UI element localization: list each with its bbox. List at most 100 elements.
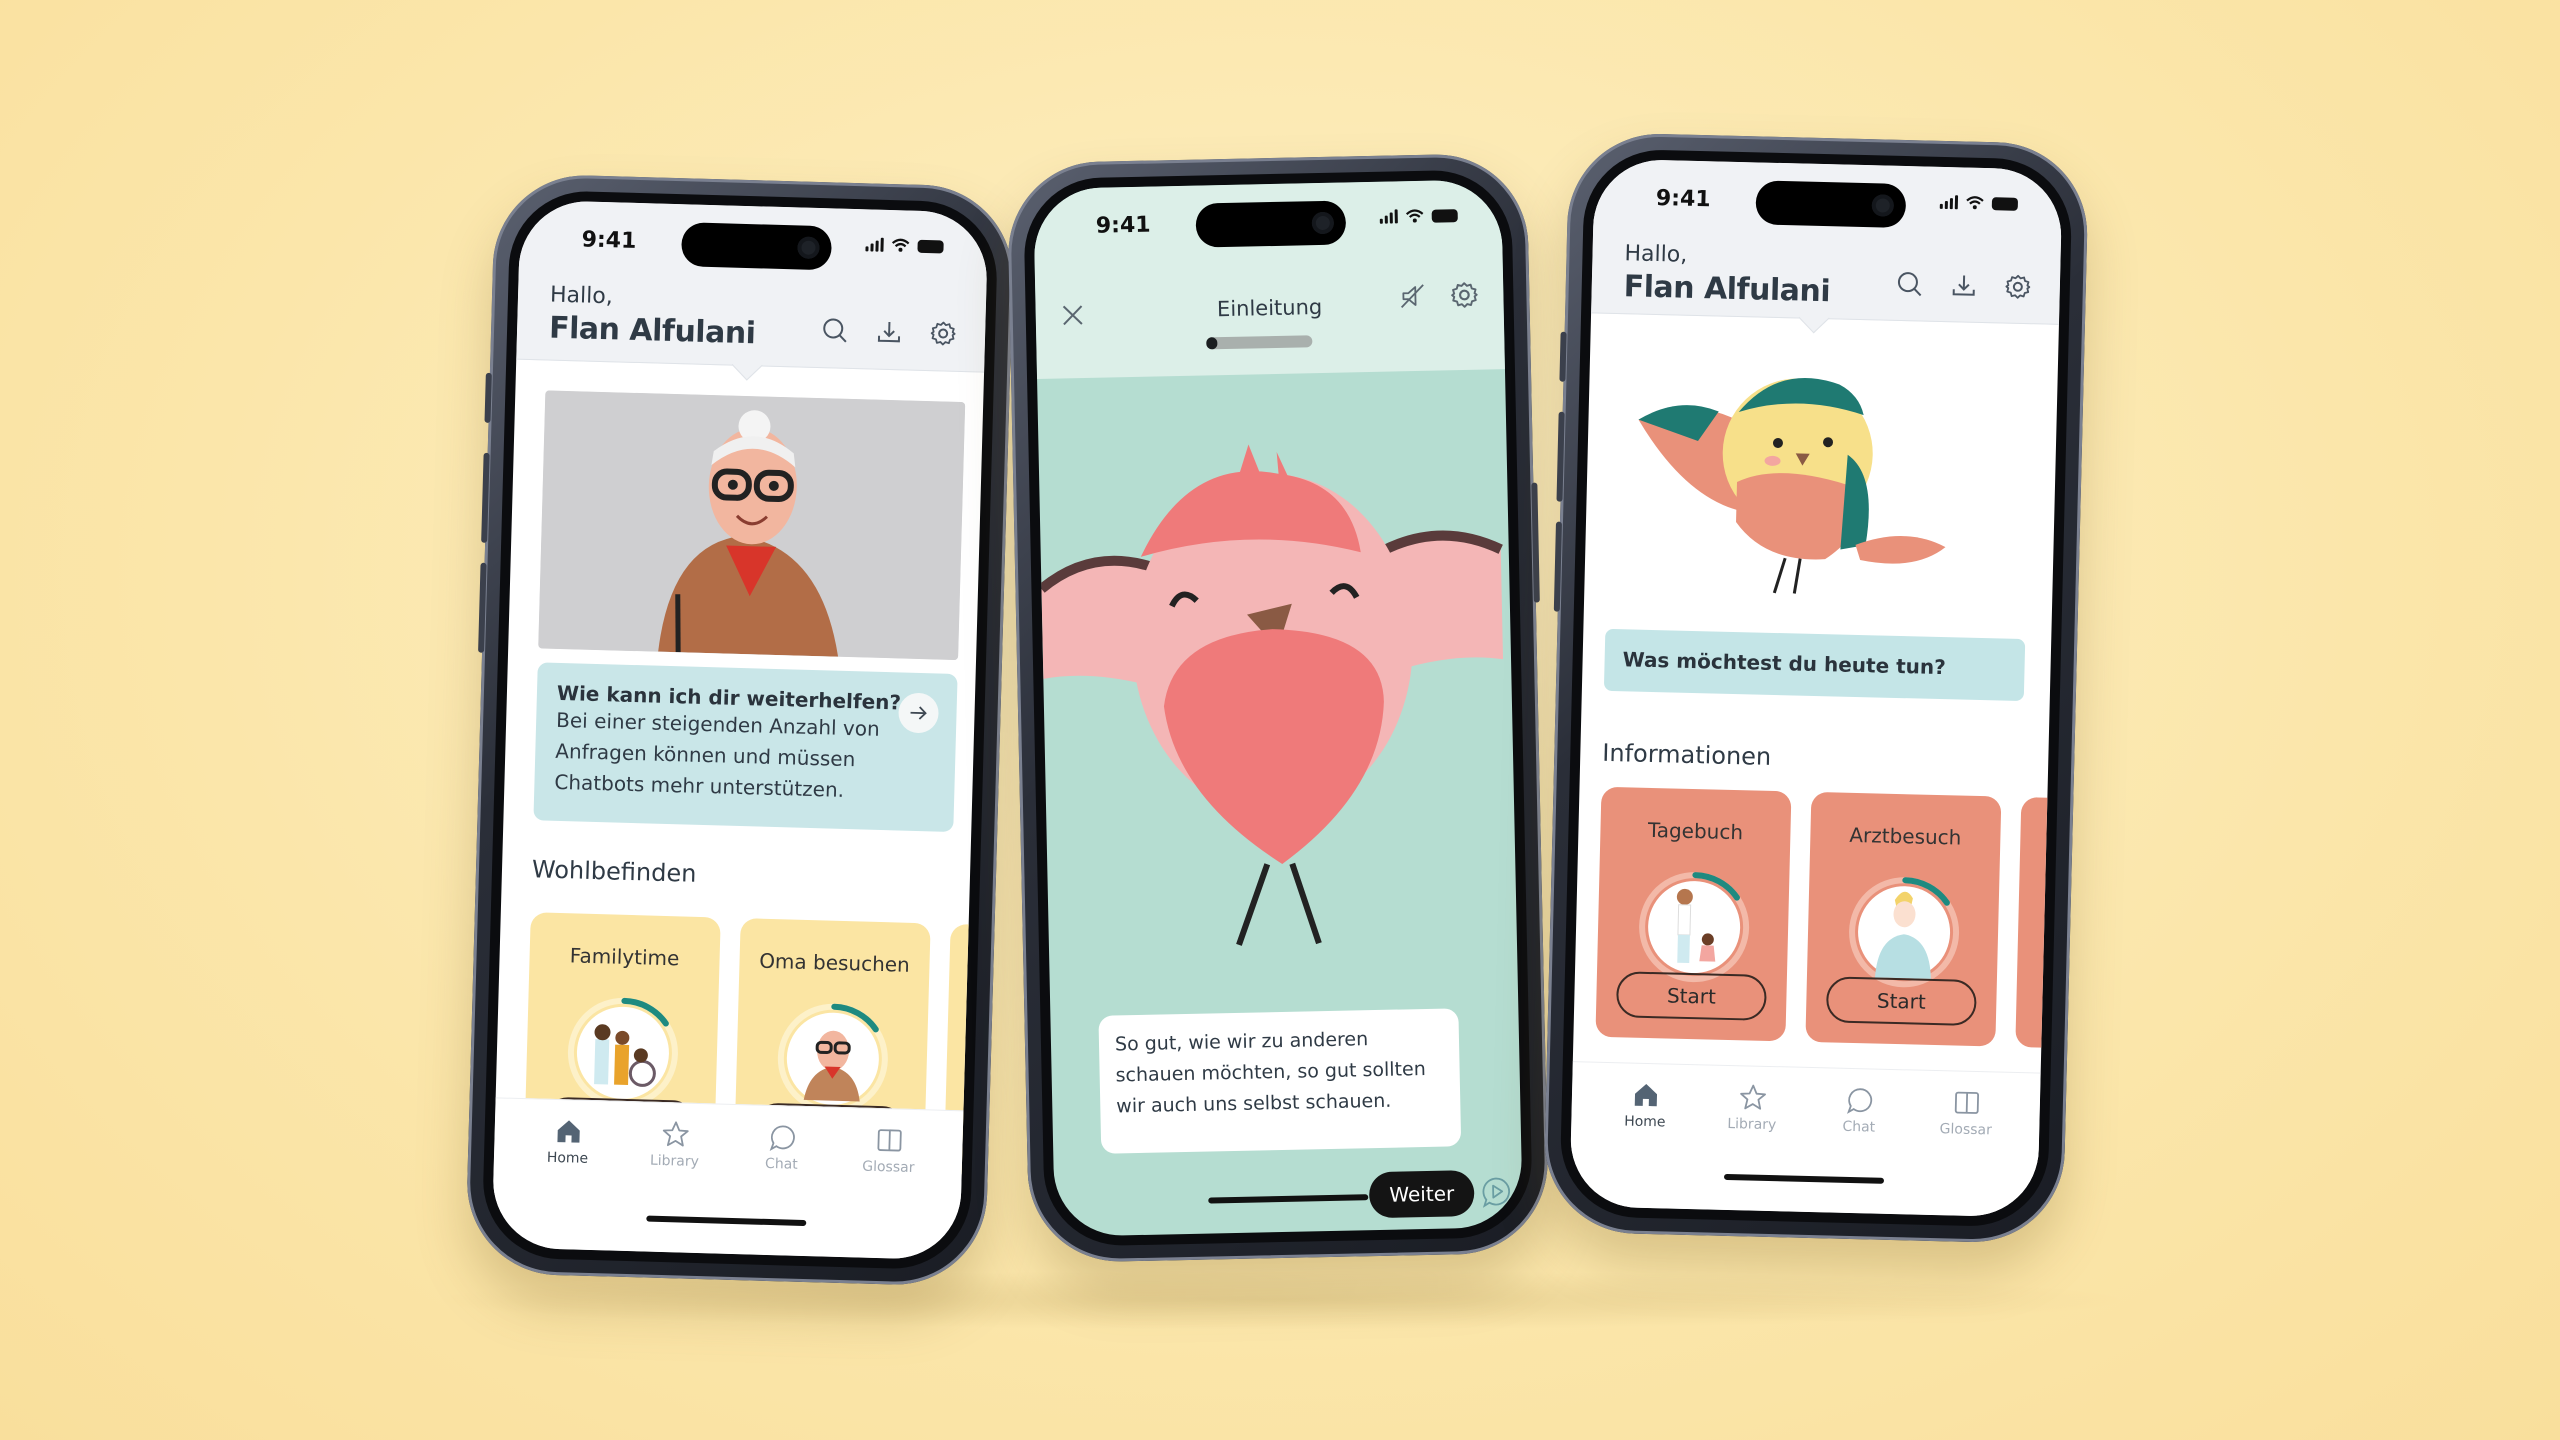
tab-glossar[interactable]: Glossar — [1926, 1087, 2007, 1139]
tab-chat[interactable]: Chat — [1819, 1084, 1900, 1136]
phone-lesson-intro: 9:41 Einleitung So gut, wie wir zu ander… — [1006, 152, 1550, 1264]
status-bar: 9:41 — [1593, 158, 2063, 239]
status-bar: 9:41 — [519, 200, 989, 283]
home-header: 9:41 Hallo, Flan Alfulani — [1591, 158, 2063, 334]
volume-down-button — [478, 562, 487, 653]
search-icon[interactable] — [1896, 270, 1925, 299]
tab-home[interactable]: Home — [527, 1115, 608, 1167]
lesson-progress-fill — [1206, 337, 1218, 350]
card-title: Familytime — [569, 943, 680, 971]
home-indicator — [646, 1215, 807, 1227]
card-partial[interactable] — [2015, 797, 2063, 1049]
lesson-progress-bar — [1206, 335, 1313, 350]
header-pointer — [731, 349, 763, 381]
card-title: Oma besuchen — [758, 948, 911, 977]
tab-label: Glossar — [862, 1158, 915, 1177]
help-card-body: Bei einer steigenden Anzahl von Anfragen… — [554, 707, 881, 802]
next-button[interactable]: Weiter — [1368, 1170, 1475, 1219]
tab-library[interactable]: Library — [1712, 1082, 1793, 1134]
battery-icon — [1991, 196, 2019, 211]
star-icon — [662, 1121, 689, 1147]
arrow-right-button[interactable] — [897, 692, 940, 734]
card-title: Arztbesuch — [1849, 822, 1962, 850]
chat-bubble-icon — [769, 1125, 795, 1152]
volume-up-button — [1556, 411, 1565, 502]
system-indicators — [1939, 195, 2019, 211]
signal-icon — [1939, 195, 1959, 210]
tab-bar: Home Library Chat Glossar — [491, 1097, 964, 1261]
wifi-icon — [891, 238, 910, 252]
tab-home[interactable]: Home — [1605, 1079, 1686, 1131]
tab-label: Glossar — [1939, 1121, 1993, 1139]
message-bubble: So gut, wie wir zu anderen schauen möcht… — [1098, 1008, 1462, 1154]
greeting: Hallo, — [1624, 241, 1688, 268]
screen: 9:41 Einleitung So gut, wie wir zu ander… — [1033, 179, 1523, 1237]
bird-mascot-illustration — [1638, 378, 1946, 594]
camera — [1871, 194, 1895, 217]
tab-chat[interactable]: Chat — [741, 1121, 822, 1173]
volume-up-button — [481, 452, 490, 543]
status-bar: 9:41 — [1033, 179, 1502, 259]
camera — [1311, 211, 1335, 235]
screen: 9:41 Hallo, Flan Alfulani — [491, 199, 989, 1261]
floor-shadow — [420, 1270, 2140, 1330]
progress-ring — [1639, 872, 1750, 983]
status-time: 9:41 — [1095, 212, 1151, 239]
dynamic-island — [680, 222, 833, 271]
start-button[interactable]: Start — [1825, 976, 1977, 1027]
user-name: Flan Alfulani — [1623, 269, 1831, 310]
progress-ring — [777, 1003, 888, 1114]
battery-icon — [1431, 208, 1458, 223]
wifi-icon — [1405, 209, 1424, 223]
status-time: 9:41 — [581, 227, 637, 254]
tab-label: Home — [1623, 1113, 1666, 1131]
download-icon[interactable] — [875, 318, 904, 347]
tab-label: Library — [649, 1152, 700, 1171]
gear-icon[interactable] — [1449, 280, 1480, 311]
tab-glossar[interactable]: Glossar — [848, 1124, 929, 1176]
card-tagebuch[interactable]: Tagebuch Start — [1595, 786, 1792, 1042]
start-button[interactable]: Start — [1615, 971, 1767, 1021]
signal-icon — [1379, 209, 1398, 224]
search-icon[interactable] — [821, 316, 850, 345]
lesson-header: 9:41 Einleitung — [1033, 179, 1505, 379]
chat-bubble-icon — [1846, 1088, 1872, 1114]
bird-mascot-illustration — [1038, 444, 1504, 946]
system-indicators — [1379, 208, 1458, 224]
card-arztbesuch[interactable]: Arztbesuch Start — [1805, 791, 2002, 1047]
dynamic-island — [1755, 180, 1907, 229]
battery-icon — [917, 239, 944, 253]
tab-label: Chat — [1842, 1118, 1876, 1136]
tab-bar: Home Library Chat Glossar — [1569, 1061, 2041, 1218]
home-icon — [556, 1120, 580, 1143]
home-indicator — [1723, 1173, 1885, 1184]
phone-home-wellbeing: 9:41 Hallo, Flan Alfulani Wie kann ich d… — [464, 172, 1016, 1288]
help-card[interactable]: Wie kann ich dir weiterhelfen? Bei einer… — [533, 662, 958, 832]
download-icon[interactable] — [1950, 271, 1979, 300]
tab-label: Chat — [764, 1155, 798, 1173]
progress-ring — [1849, 877, 1960, 988]
phone-home-information: 9:41 Hallo, Flan Alfulani Was möchtest d… — [1542, 131, 2090, 1245]
play-audio-icon[interactable] — [1480, 1175, 1513, 1208]
gear-icon[interactable] — [2004, 272, 2033, 301]
dynamic-island — [1195, 200, 1347, 248]
card-title: Tagebuch — [1647, 817, 1744, 845]
tab-label: Home — [546, 1149, 589, 1167]
star-icon — [1739, 1084, 1766, 1110]
power-button — [1531, 482, 1540, 603]
tab-label: Library — [1727, 1115, 1777, 1134]
gear-icon[interactable] — [929, 319, 958, 348]
mute-switch — [1559, 331, 1567, 382]
tab-library[interactable]: Library — [634, 1118, 715, 1170]
prompt-card[interactable]: Was möchtest du heute tun? — [1603, 628, 2026, 702]
home-header: 9:41 Hallo, Flan Alfulani — [516, 199, 989, 381]
volume-down-button — [1553, 521, 1562, 612]
section-title-wellbeing: Wohlbefinden — [531, 855, 697, 888]
home-icon — [1634, 1083, 1657, 1107]
signal-icon — [865, 237, 884, 252]
section-title-information: Informationen — [1602, 738, 1772, 771]
system-indicators — [865, 237, 944, 253]
mute-switch — [484, 372, 492, 423]
sound-off-icon[interactable] — [1397, 281, 1428, 312]
status-time: 9:41 — [1655, 185, 1711, 213]
